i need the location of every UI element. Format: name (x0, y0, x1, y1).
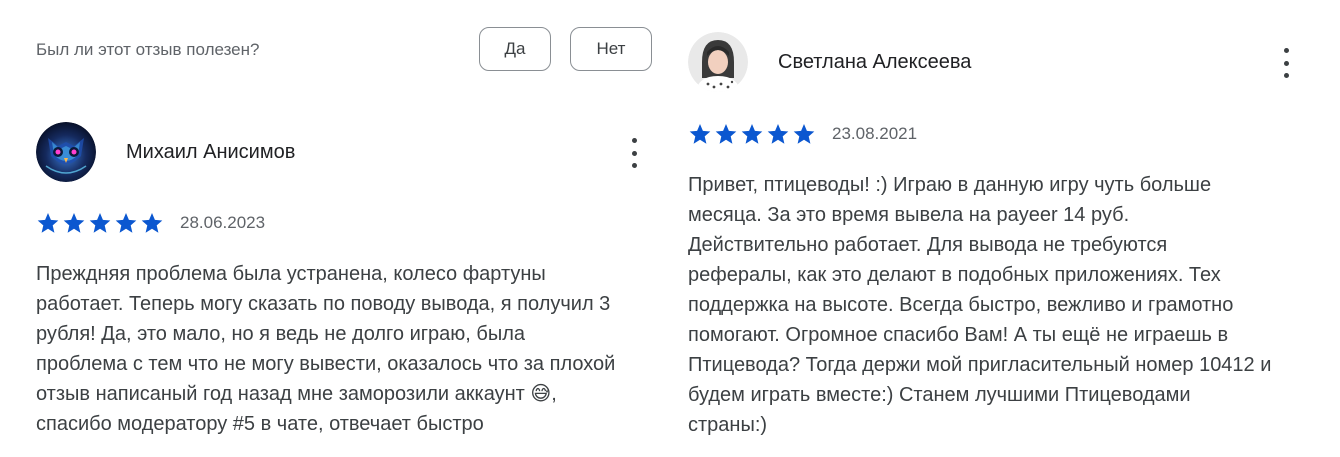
star-icon (741, 124, 763, 144)
star-icon (115, 213, 137, 233)
review-text: Преждняя проблема была устранена, колесо… (36, 263, 616, 435)
rating-row: 23.08.2021 (688, 121, 917, 147)
review-author: Михаил Анисимов (126, 141, 296, 163)
star-rating (688, 122, 816, 146)
star-icon (141, 213, 163, 233)
star-icon (793, 124, 815, 144)
review-date: 28.06.2023 (180, 213, 266, 232)
star-icon (89, 213, 111, 233)
star-icon (767, 124, 789, 144)
star-icon (689, 124, 711, 144)
more-options-icon[interactable] (622, 138, 646, 168)
review-header: Михаил Анисимов (36, 122, 652, 184)
helpful-no-button[interactable]: Нет (570, 27, 652, 71)
owl-avatar-icon (36, 122, 96, 182)
star-icon (715, 124, 737, 144)
review-date: 23.08.2021 (832, 124, 918, 143)
star-icon (37, 213, 59, 233)
review-author: Светлана Алексеева (778, 51, 972, 73)
review-text: Привет, птицеводы! :) Играю в данную игр… (688, 174, 1272, 436)
review-header: Светлана Алексеева (688, 32, 1304, 94)
star-icon (63, 213, 85, 233)
star-rating (36, 211, 164, 235)
helpful-yes-button[interactable]: Да (479, 27, 551, 71)
helpful-prompt: Был ли этот отзыв полезен? Да Нет (36, 26, 652, 76)
helpful-question: Был ли этот отзыв полезен? (36, 40, 260, 59)
rating-row: 28.06.2023 (36, 210, 265, 236)
user-photo-avatar-icon (688, 32, 748, 92)
more-options-icon[interactable] (1274, 48, 1298, 78)
